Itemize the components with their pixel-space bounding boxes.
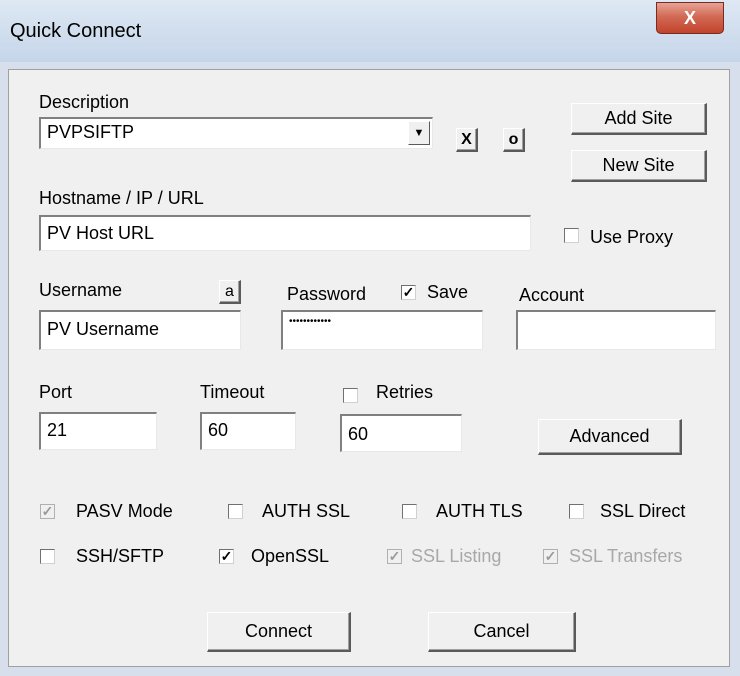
ssl-listing-checkbox[interactable]: ✓ <box>387 549 402 564</box>
auth-ssl-label: AUTH SSL <box>262 501 351 521</box>
account-label: Account <box>519 285 585 305</box>
use-proxy-checkbox[interactable] <box>564 228 579 243</box>
dialog-body: Description PVPSIFTP ▼ X o Add Site New … <box>8 69 730 667</box>
account-input[interactable] <box>516 310 716 350</box>
password-label: Password <box>287 284 367 304</box>
port-label: Port <box>39 382 73 402</box>
combo-dropdown-arrow-icon[interactable]: ▼ <box>408 121 430 145</box>
save-password-checkbox[interactable]: ✓ <box>401 285 416 300</box>
auth-ssl-checkbox[interactable] <box>228 504 243 519</box>
description-combo[interactable]: PVPSIFTP ▼ <box>39 117 433 149</box>
delete-site-button[interactable]: X <box>456 128 478 152</box>
hostname-label: Hostname / IP / URL <box>39 188 204 208</box>
timeout-input[interactable]: 60 <box>200 412 296 450</box>
username-label: Username <box>39 280 123 300</box>
ssl-transfers-checkbox[interactable]: ✓ <box>543 549 558 564</box>
title-bar: Quick Connect X <box>0 0 740 62</box>
ssh-sftp-label: SSH/SFTP <box>76 546 165 566</box>
hostname-input[interactable]: PV Host URL <box>39 215 531 251</box>
advanced-button[interactable]: Advanced <box>538 419 682 455</box>
save-password-label: Save <box>427 282 469 302</box>
window-title: Quick Connect <box>10 20 142 42</box>
close-button[interactable]: X <box>656 2 724 34</box>
retries-input[interactable]: 60 <box>340 414 462 452</box>
ssl-transfers-label: SSL Transfers <box>569 546 683 566</box>
auth-tls-checkbox[interactable] <box>402 504 417 519</box>
site-option-button[interactable]: o <box>503 128 525 152</box>
timeout-label: Timeout <box>200 382 265 402</box>
ssh-sftp-checkbox[interactable] <box>40 549 55 564</box>
port-input[interactable]: 21 <box>39 412 157 450</box>
pasv-mode-label: PASV Mode <box>76 501 173 521</box>
openssl-label: OpenSSL <box>251 546 330 566</box>
description-label: Description <box>39 92 130 112</box>
connect-button[interactable]: Connect <box>207 612 351 652</box>
close-icon: X <box>683 7 696 28</box>
retries-label: Retries <box>376 382 434 402</box>
cancel-button[interactable]: Cancel <box>428 612 576 652</box>
ssl-listing-label: SSL Listing <box>411 546 502 566</box>
description-value: PVPSIFTP <box>47 122 135 142</box>
use-proxy-label: Use Proxy <box>590 227 674 247</box>
pasv-mode-checkbox[interactable]: ✓ <box>40 504 55 519</box>
ssl-direct-label: SSL Direct <box>600 501 686 521</box>
auth-tls-label: AUTH TLS <box>436 501 523 521</box>
username-a-button[interactable]: a <box>219 280 241 304</box>
add-site-button[interactable]: Add Site <box>571 103 707 135</box>
username-input[interactable]: PV Username <box>39 310 241 350</box>
openssl-checkbox[interactable]: ✓ <box>219 549 234 564</box>
retries-checkbox[interactable] <box>343 388 358 403</box>
new-site-button[interactable]: New Site <box>571 150 707 182</box>
password-input[interactable]: •••••••••••• <box>281 310 483 350</box>
ssl-direct-checkbox[interactable] <box>569 504 584 519</box>
window-frame: Description PVPSIFTP ▼ X o Add Site New … <box>0 62 740 676</box>
